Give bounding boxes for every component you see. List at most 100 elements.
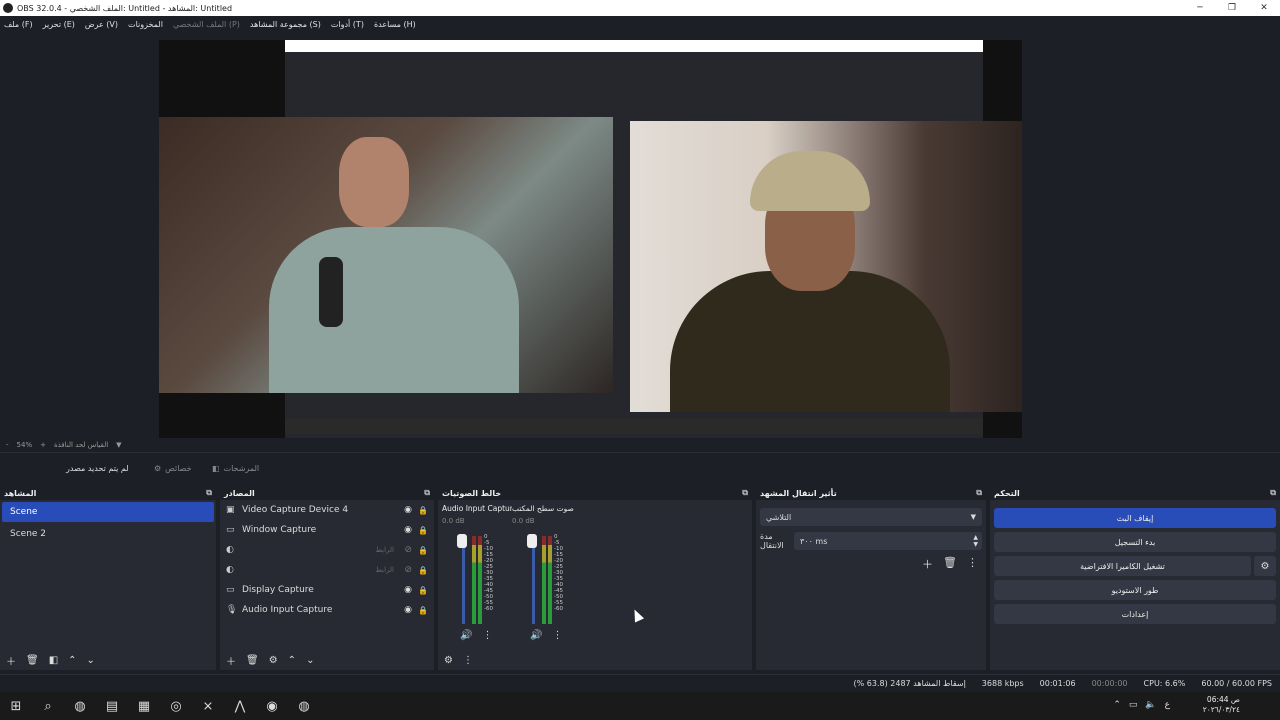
trash-icon[interactable]: 🗑	[26, 655, 39, 666]
spinner-icon[interactable]: ▲ ▼	[973, 534, 978, 548]
add-icon[interactable]: ＋	[6, 653, 16, 668]
eye-icon[interactable]: ◉	[404, 585, 412, 595]
gear-icon[interactable]: ⚙	[269, 655, 278, 666]
properties-button[interactable]: ⚙ خصائص	[148, 459, 198, 477]
virtual-camera-button[interactable]: تشغيل الكاميرا الافتراضية	[994, 556, 1251, 576]
menu-edit[interactable]: تحرير (E)	[43, 20, 75, 29]
lock-icon[interactable]: 🔒	[418, 606, 428, 615]
eye-icon[interactable]: ◉	[404, 605, 412, 615]
windows-start-icon[interactable]: ⊞	[0, 692, 32, 720]
obs-icon[interactable]: ◍	[288, 692, 320, 720]
zoom-mode-label[interactable]: القياس لحد النافذة	[54, 441, 108, 449]
zoom-value: 54%	[16, 441, 33, 449]
eye-hidden-icon[interactable]: ⊘	[404, 565, 412, 575]
eye-icon[interactable]: ◉	[404, 525, 412, 535]
add-icon[interactable]: ＋	[226, 653, 236, 668]
sources-dock: المصادر ⧉ ▣ Video Capture Device 4 ◉ 🔒 ▭…	[220, 486, 434, 670]
preview-area[interactable]	[0, 32, 1280, 438]
controls-header: التحكم ⧉	[990, 486, 1280, 500]
advanced-audio-icon[interactable]: ⚙	[444, 655, 453, 666]
virtual-camera-settings-button[interactable]: ⚙	[1254, 556, 1276, 576]
volume-fader[interactable]	[462, 536, 465, 624]
volume-fader[interactable]	[532, 536, 535, 624]
source-item[interactable]: 🎙 Audio Input Capture ◉ 🔒	[220, 600, 434, 620]
chevron-down-icon[interactable]: ▼	[116, 441, 121, 449]
move-down-icon[interactable]: ⌄	[306, 655, 314, 666]
system-tray: ⌃ ▭ 🔈 ع	[1113, 700, 1170, 710]
scene-item[interactable]: Scene	[2, 502, 214, 522]
chevron-up-icon[interactable]: ⌃	[1113, 700, 1121, 710]
lock-icon[interactable]: 🔒	[418, 506, 428, 515]
more-icon[interactable]: ⋮	[482, 630, 492, 641]
discord-icon[interactable]: ◎	[160, 692, 192, 720]
undock-icon[interactable]: ⧉	[424, 488, 430, 498]
move-up-icon[interactable]: ⌃	[288, 655, 296, 666]
source-item[interactable]: ◐ الرابط ⊘ 🔒	[220, 560, 434, 580]
edge-icon[interactable]: ◍	[64, 692, 96, 720]
lock-icon[interactable]: 🔒	[418, 586, 428, 595]
trash-icon[interactable]: 🗑	[943, 556, 957, 572]
fader-handle[interactable]	[527, 534, 537, 548]
browser-icon: ◐	[226, 565, 234, 575]
speaker-icon[interactable]: 🔊	[530, 630, 542, 641]
lock-icon[interactable]: 🔒	[418, 566, 428, 575]
zoom-in-button[interactable]: +	[40, 441, 46, 449]
speaker-icon[interactable]: 🔊	[460, 630, 472, 641]
menu-scene-collection[interactable]: مجموعة المشاهد (S)	[250, 20, 321, 29]
undock-icon[interactable]: ⧉	[976, 488, 982, 498]
app-icon[interactable]: ▦	[128, 692, 160, 720]
trash-icon[interactable]: 🗑	[246, 655, 259, 666]
db-scale: 0 -5 -10 -15 -20 -25 -30 -35 -40 -45 -50 -55 -60	[554, 534, 563, 612]
undock-icon[interactable]: ⧉	[1270, 488, 1276, 498]
network-icon[interactable]: ▭	[1129, 700, 1138, 710]
duration-input[interactable]: ٣٠٠ ms ▲ ▼	[794, 532, 982, 550]
acrobat-icon[interactable]: ⋀	[224, 692, 256, 720]
more-icon[interactable]: ⋮	[967, 556, 978, 572]
window-title: OBS 32.0.4 - الملف الشخصي: Untitled - ال…	[17, 3, 233, 13]
menu-tools[interactable]: أدوات (T)	[331, 20, 364, 29]
eye-icon[interactable]: ◉	[404, 505, 412, 515]
source-item[interactable]: ◐ الرابط ⊘ 🔒	[220, 540, 434, 560]
volume-icon[interactable]: 🔈	[1145, 700, 1156, 710]
monitor-icon: ▭	[226, 585, 235, 595]
zoom-out-button[interactable]: -	[6, 441, 9, 449]
file-explorer-icon[interactable]: ▤	[96, 692, 128, 720]
start-recording-button[interactable]: بدء التسجيل	[994, 532, 1276, 552]
source-item[interactable]: ▭ Window Capture ◉ 🔒	[220, 520, 434, 540]
taskbar-clock[interactable]: 06:44 ص ٢٠٢٦/٠٣/٢٤	[1203, 695, 1240, 715]
menu-file[interactable]: ملف (F)	[4, 20, 33, 29]
settings-button[interactable]: إعدادات	[994, 604, 1276, 624]
fader-handle[interactable]	[457, 534, 467, 548]
language-indicator[interactable]: ع	[1165, 700, 1170, 710]
menu-docks[interactable]: المخزونات	[128, 20, 163, 29]
spotify-icon[interactable]: ◉	[256, 692, 288, 720]
move-up-icon[interactable]: ⌃	[68, 655, 76, 666]
eye-hidden-icon[interactable]: ⊘	[404, 545, 412, 555]
maximize-button[interactable]: ❐	[1216, 0, 1248, 16]
menu-help[interactable]: مساعدة (H)	[374, 20, 416, 29]
studio-mode-button[interactable]: طور الاستوديو	[994, 580, 1276, 600]
filters-button[interactable]: ◧ المرشحات	[206, 459, 265, 477]
source-item[interactable]: ▭ Display Capture ◉ 🔒	[220, 580, 434, 600]
minimize-button[interactable]: ─	[1184, 0, 1216, 16]
move-down-icon[interactable]: ⌄	[87, 655, 95, 666]
add-icon[interactable]: ＋	[922, 556, 933, 572]
lock-icon[interactable]: 🔒	[418, 526, 428, 535]
more-icon[interactable]: ⋮	[463, 655, 473, 666]
undock-icon[interactable]: ⧉	[742, 488, 748, 498]
preview-canvas[interactable]	[159, 40, 1022, 438]
menu-view[interactable]: عرض (V)	[85, 20, 118, 29]
stop-stream-button[interactable]: إيقاف البث	[994, 508, 1276, 528]
filter-icon[interactable]: ◧	[49, 655, 58, 666]
search-icon[interactable]: ⌕	[32, 692, 64, 720]
transition-select[interactable]: التلاشي ▼	[760, 508, 982, 526]
undock-icon[interactable]: ⧉	[206, 488, 212, 498]
source-item[interactable]: ▣ Video Capture Device 4 ◉ 🔒	[220, 500, 434, 520]
scene-item[interactable]: Scene 2	[2, 524, 214, 544]
capcut-icon[interactable]: ⨯	[192, 692, 224, 720]
lock-icon[interactable]: 🔒	[418, 546, 428, 555]
more-icon[interactable]: ⋮	[552, 630, 562, 641]
microphone-image	[319, 257, 343, 327]
menu-profile[interactable]: الملف الشخصي (P)	[173, 20, 240, 29]
close-button[interactable]: ✕	[1248, 0, 1280, 16]
